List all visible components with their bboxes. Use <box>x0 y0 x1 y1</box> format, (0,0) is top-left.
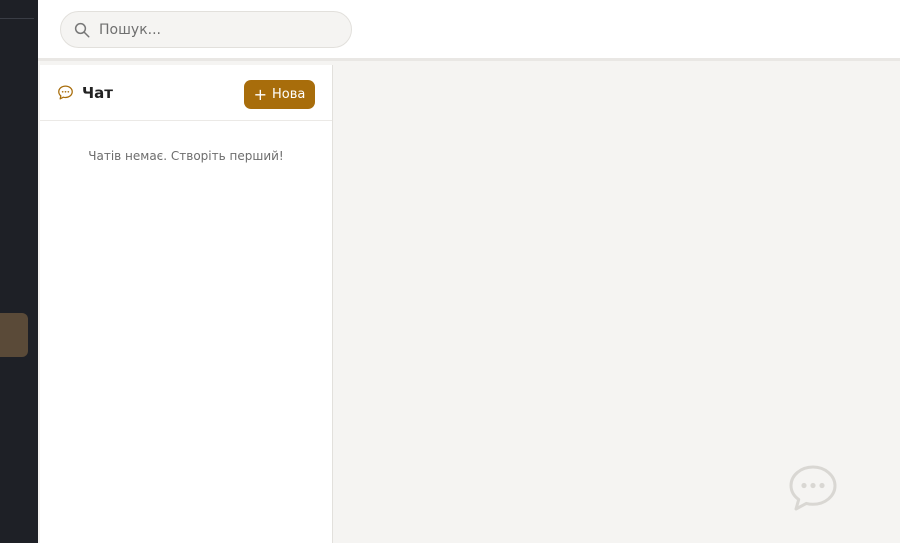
empty-chats-message: Чатів немає. Створіть перший! <box>88 149 284 163</box>
top-bar <box>38 0 900 61</box>
new-chat-button[interactable]: + Нова <box>244 80 315 109</box>
chat-title: Чат <box>82 83 113 102</box>
chat-bubble-icon <box>789 465 837 511</box>
rail-divider <box>0 18 34 19</box>
search-box[interactable] <box>60 11 352 48</box>
speech-bubble-icon <box>58 85 73 100</box>
left-rail <box>0 0 38 543</box>
new-chat-button-label: Нова <box>272 87 306 102</box>
plus-icon: + <box>253 84 268 104</box>
search-input[interactable] <box>99 21 339 38</box>
search-icon <box>74 22 90 37</box>
chat-header: Чат + Нова <box>40 65 332 121</box>
rail-active-item[interactable] <box>0 313 28 357</box>
chat-list-panel: Чат + Нова Чатів немає. Створіть перший! <box>40 65 333 543</box>
